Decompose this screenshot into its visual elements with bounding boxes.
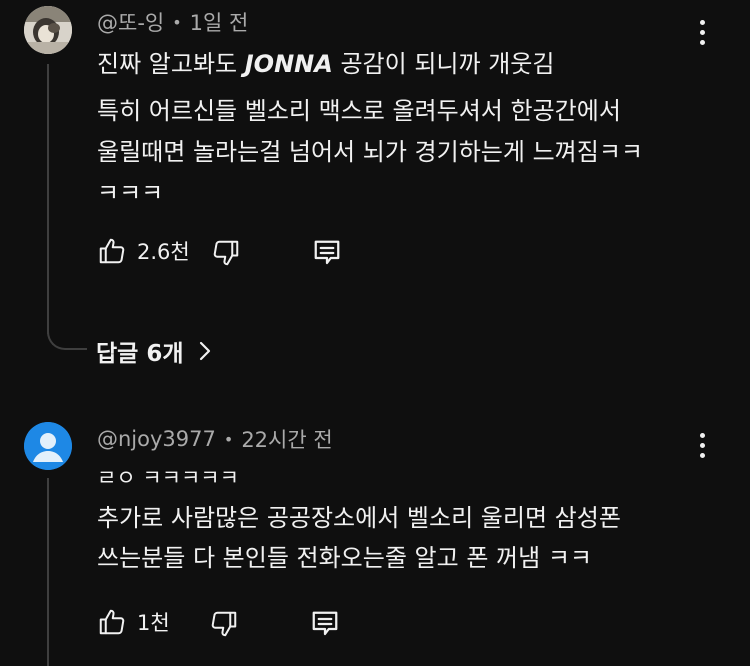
- chevron-right-icon: [199, 341, 210, 361]
- avatar[interactable]: [24, 422, 72, 470]
- comment-author[interactable]: @또-잉: [97, 7, 164, 37]
- avatar[interactable]: [24, 6, 72, 54]
- comment-meta: @njoy3977 • 22시간 전: [97, 424, 333, 454]
- reply-comment-icon: [314, 240, 340, 265]
- thread-line: [47, 64, 49, 334]
- view-replies-button[interactable]: 답글 6개: [96, 334, 212, 368]
- comment-text-line: 진짜 알고봐도 JONNA 공감이 되니까 개웃김: [97, 43, 554, 85]
- dislike-button[interactable]: [211, 238, 241, 268]
- comment-meta: @또-잉 • 1일 전: [97, 7, 248, 37]
- profile-photo: [24, 6, 72, 54]
- comment-time[interactable]: 22시간 전: [241, 424, 332, 454]
- thumbs-down-icon: [211, 611, 237, 637]
- thread-line: [47, 478, 49, 666]
- meta-separator: •: [172, 12, 182, 32]
- comment-text-line: 추가로 사람많은 공공장소에서 벨소리 울리면 삼성폰: [97, 504, 621, 532]
- comment-text-line: ㄹㅇ ㅋㅋㅋㅋㅋ: [97, 466, 239, 490]
- dislike-button[interactable]: [209, 609, 239, 639]
- like-button[interactable]: 1천: [97, 607, 170, 637]
- like-count: 2.6천: [137, 240, 190, 264]
- thread-curve: [47, 318, 87, 350]
- reply-comment-icon: [312, 611, 338, 636]
- like-button[interactable]: 2.6천: [97, 236, 190, 266]
- reply-button[interactable]: [312, 238, 342, 268]
- text-segment: 공감이 되니까 개웃김: [332, 50, 555, 78]
- comment-text-line: 울릴때면 놀라는걸 넘어서 뇌가 경기하는게 느껴짐ㅋㅋ: [97, 138, 643, 166]
- more-vert-icon[interactable]: [690, 425, 714, 465]
- thumbs-up-icon: [99, 609, 125, 635]
- meta-separator: •: [223, 429, 234, 449]
- emphasis-text: JONNA: [244, 50, 333, 78]
- like-count: 1천: [137, 611, 170, 635]
- comment-text-line: 쓰는분들 다 본인들 전화오는줄 알고 폰 꺼냄 ㅋㅋ: [97, 544, 593, 572]
- comment-author[interactable]: @njoy3977: [97, 427, 216, 451]
- replies-label: 답글 6개: [96, 341, 184, 367]
- thumbs-up-icon: [99, 238, 125, 264]
- text-segment: 진짜 알고봐도: [97, 50, 245, 78]
- default-avatar-icon: [24, 422, 72, 470]
- comment-text-line: 특히 어르신들 벨소리 맥스로 올려두셔서 한공간에서: [97, 97, 621, 125]
- more-vert-icon[interactable]: [690, 12, 714, 52]
- thumbs-down-icon: [213, 240, 239, 266]
- reply-button[interactable]: [310, 609, 340, 639]
- comment-text-line: ㅋㅋㅋ: [97, 179, 164, 207]
- comment-time[interactable]: 1일 전: [190, 7, 249, 37]
